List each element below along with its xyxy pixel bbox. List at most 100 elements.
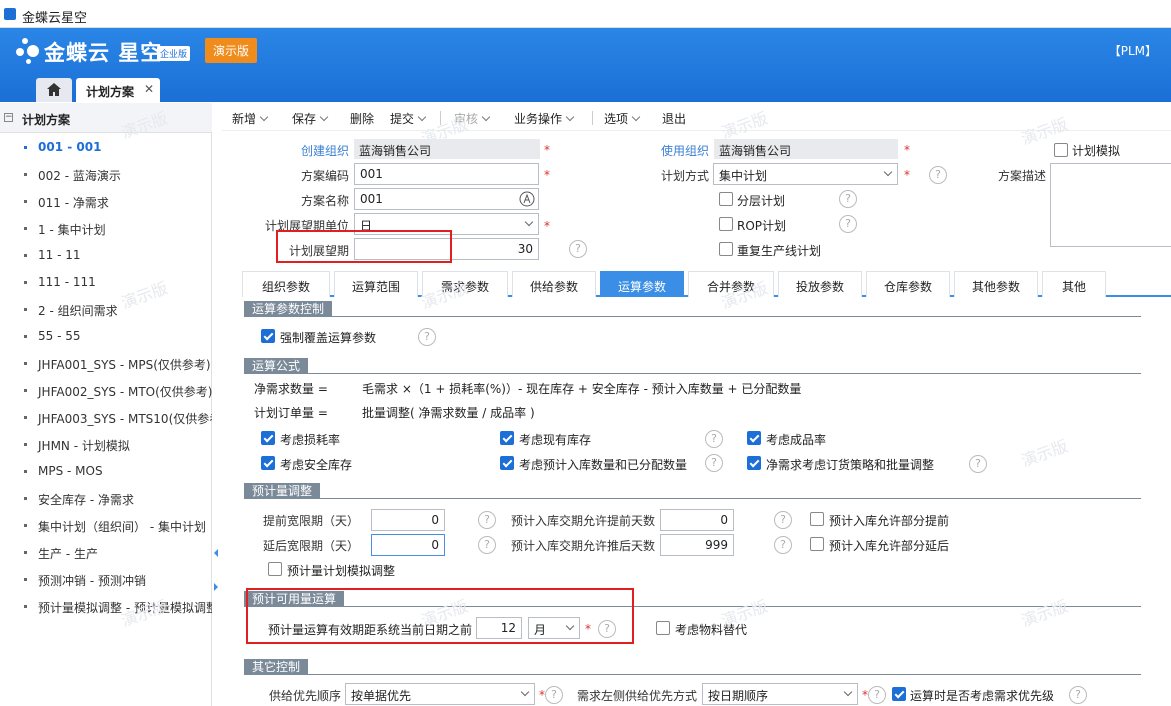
formula1: 毛需求 ×（1 + 损耗率(%)）- 现在库存 + 安全库存 - 预计入库数量 … xyxy=(362,382,802,396)
save-button[interactable]: 保存 xyxy=(292,110,329,127)
repeat-line-checkbox[interactable] xyxy=(719,242,733,256)
sim-adjust-checkbox[interactable] xyxy=(268,562,282,576)
sidebar-item[interactable]: 011 - 净需求 xyxy=(0,187,212,214)
param-tabs: 组织参数 运算范围 需求参数 供给参数 运算参数 合并参数 投放参数 仓库参数 其他参数 其他 xyxy=(242,271,1171,297)
help-icon[interactable]: ? xyxy=(569,240,587,258)
help-icon[interactable]: ? xyxy=(478,536,496,554)
desc-textarea[interactable] xyxy=(1050,163,1171,247)
help-icon[interactable]: ? xyxy=(478,511,496,529)
partial-delay-checkbox[interactable] xyxy=(810,537,824,551)
help-icon[interactable]: ? xyxy=(545,686,563,704)
sidebar-item[interactable]: 111 - 111 xyxy=(0,268,212,295)
force-override-checkbox[interactable] xyxy=(261,329,275,343)
plan-sim-checkbox[interactable] xyxy=(1054,143,1068,157)
inbound-advance-input[interactable]: 0 xyxy=(660,509,734,531)
audit-button[interactable]: 审核 xyxy=(454,110,491,127)
sidebar-splitter[interactable] xyxy=(212,540,220,600)
help-icon[interactable]: ? xyxy=(969,455,987,473)
demo-badge[interactable]: 演示版 xyxy=(205,38,258,63)
plan-method-select[interactable]: 集中计划 xyxy=(713,163,898,185)
multilang-icon[interactable] xyxy=(519,191,535,207)
inbound-delay-input[interactable]: 999 xyxy=(660,534,734,556)
substitute-checkbox[interactable] xyxy=(656,621,670,635)
help-icon[interactable]: ? xyxy=(868,686,886,704)
partial-advance-checkbox[interactable] xyxy=(810,512,824,526)
loss-rate-checkbox[interactable] xyxy=(261,431,275,445)
sidebar-item[interactable]: 11 - 11 xyxy=(0,241,212,268)
exit-button[interactable]: 退出 xyxy=(662,110,686,127)
help-icon[interactable]: ? xyxy=(839,190,857,208)
req-priority-checkbox[interactable] xyxy=(892,687,906,701)
param-tab[interactable]: 需求参数 xyxy=(422,271,508,297)
help-icon[interactable]: ? xyxy=(1069,686,1087,704)
sidebar-item[interactable]: 2 - 组织间需求 xyxy=(0,295,212,322)
plan-sim-label: 计划模拟 xyxy=(1072,144,1121,158)
help-icon[interactable]: ? xyxy=(774,536,792,554)
sidebar-item[interactable]: 001 - 001 xyxy=(0,133,212,160)
delay-grace-input[interactable]: 0 xyxy=(371,534,445,556)
current-stock-checkbox[interactable] xyxy=(500,431,514,445)
sidebar-item[interactable]: JHMN - 计划模拟 xyxy=(0,430,212,457)
collapse-arrows-icon[interactable] xyxy=(212,540,220,600)
req-left-select[interactable]: 按日期顺序 xyxy=(702,683,858,705)
param-tab[interactable]: 合并参数 xyxy=(688,271,774,297)
use-org-label: 使用组织 xyxy=(660,144,709,158)
options-button[interactable]: 选项 xyxy=(604,110,641,127)
help-icon[interactable]: ? xyxy=(929,166,947,184)
param-tab[interactable]: 组织参数 xyxy=(242,271,330,297)
sidebar-item[interactable]: 集中计划（组织间） - 集中计划 xyxy=(0,511,212,538)
business-ops-button[interactable]: 业务操作 xyxy=(514,110,575,127)
yield-rate-checkbox[interactable] xyxy=(747,431,761,445)
net-req-checkbox[interactable] xyxy=(747,456,761,470)
sidebar-item[interactable]: JHFA003_SYS - MTS10(仅供参考 xyxy=(0,403,212,430)
plm-link[interactable]: 【PLM】 xyxy=(1109,42,1157,59)
sidebar-item[interactable]: 55 - 55 xyxy=(0,322,212,349)
advance-grace-input[interactable]: 0 xyxy=(371,509,445,531)
sidebar-item[interactable]: JHFA002_SYS - MTO(仅供参考) xyxy=(0,376,212,403)
help-icon[interactable]: ? xyxy=(705,454,723,472)
param-tab[interactable]: 其他参数 xyxy=(954,271,1038,297)
home-tab[interactable] xyxy=(36,78,72,102)
param-tab[interactable]: 供给参数 xyxy=(512,271,596,297)
param-tab[interactable]: 运算参数 xyxy=(600,271,684,297)
sidebar-item[interactable]: 1 - 集中计划 xyxy=(0,214,212,241)
section-calc-control: 运算参数控制 xyxy=(244,301,1141,317)
sidebar-item[interactable]: 安全库存 - 净需求 xyxy=(0,484,212,511)
sidebar-item[interactable]: 预计量模拟调整 - 预计量模拟调整 xyxy=(0,592,212,619)
submit-button[interactable]: 提交 xyxy=(390,110,427,127)
help-icon[interactable]: ? xyxy=(839,215,857,233)
delete-button[interactable]: 删除 xyxy=(350,110,374,127)
param-tab[interactable]: 投放参数 xyxy=(778,271,862,297)
rop-plan-checkbox[interactable] xyxy=(719,217,733,231)
param-tab[interactable]: 运算范围 xyxy=(334,271,418,297)
sidebar-item[interactable]: 002 - 蓝海演示 xyxy=(0,160,212,187)
close-tab-icon[interactable]: ✕ xyxy=(144,82,154,96)
param-tab[interactable]: 其他 xyxy=(1042,271,1106,297)
tab-label: 计划方案 xyxy=(86,85,135,99)
sidebar-item[interactable]: JHFA001_SYS - MPS(仅供参考) xyxy=(0,349,212,376)
collapse-icon[interactable]: − xyxy=(4,113,13,122)
safety-stock-checkbox[interactable] xyxy=(261,456,275,470)
sidebar-item[interactable]: 生产 - 生产 xyxy=(0,538,212,565)
help-icon[interactable]: ? xyxy=(705,430,723,448)
help-icon[interactable]: ? xyxy=(418,328,436,346)
param-tab[interactable]: 仓库参数 xyxy=(866,271,950,297)
section-other-control: 其它控制 xyxy=(244,659,1141,675)
highlight-box xyxy=(276,230,452,263)
req-priority-label: 运算时是否考虑需求优先级 xyxy=(910,689,1055,703)
advance-grace-label: 提前宽限期（天） xyxy=(262,514,359,528)
chevron-down-icon xyxy=(524,217,534,227)
sidebar-item[interactable]: 预测冲销 - 预测冲销 xyxy=(0,565,212,592)
layered-plan-label: 分层计划 xyxy=(737,194,786,208)
sidebar-header[interactable]: − 计划方案 xyxy=(0,103,212,133)
code-input[interactable]: 001 xyxy=(354,163,539,185)
tab-plan-scheme[interactable]: 计划方案 ✕ xyxy=(76,78,160,102)
new-button[interactable]: 新增 xyxy=(232,110,269,127)
layered-plan-checkbox[interactable] xyxy=(719,192,733,206)
supply-priority-select[interactable]: 按单据优先 xyxy=(345,683,535,705)
inbound-checkbox[interactable] xyxy=(500,456,514,470)
name-input[interactable]: 001 xyxy=(354,188,539,210)
help-icon[interactable]: ? xyxy=(774,511,792,529)
partial-advance-label: 预计入库允许部分提前 xyxy=(829,514,950,528)
sidebar-item[interactable]: MPS - MOS xyxy=(0,457,212,484)
